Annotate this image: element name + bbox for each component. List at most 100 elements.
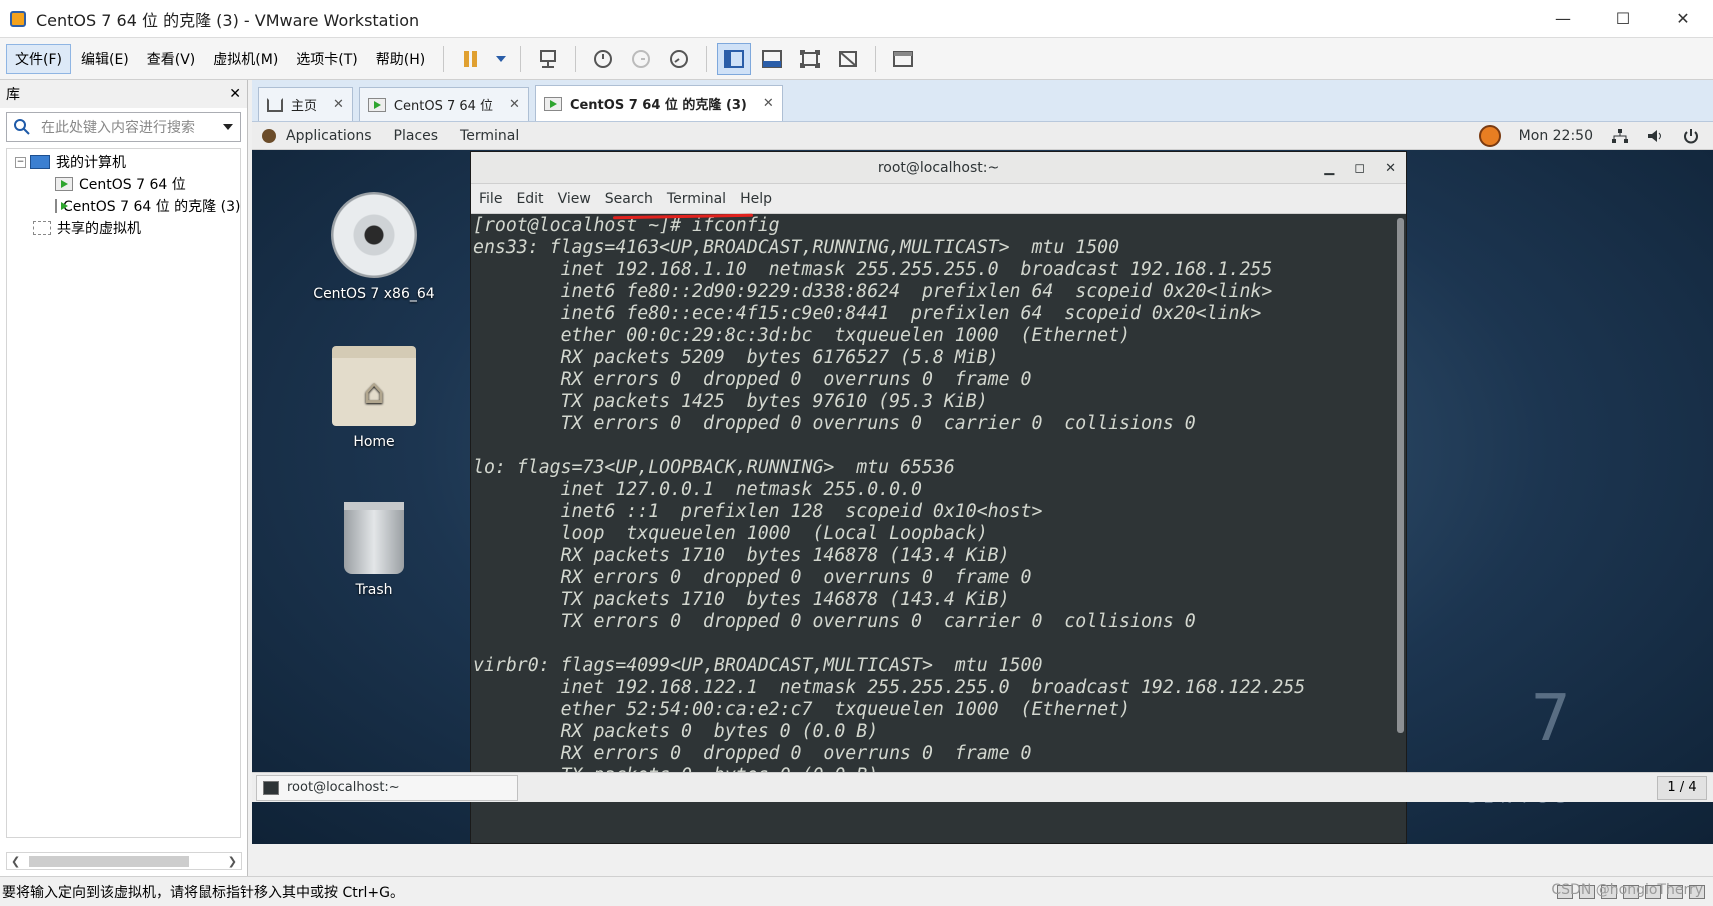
tab-home[interactable]: 主页 ✕ [258, 87, 353, 121]
terminal-menu-edit[interactable]: Edit [516, 191, 543, 207]
minimize-button[interactable]: — [1533, 0, 1593, 38]
toolbar-separator [575, 45, 577, 72]
library-title: 库 [6, 87, 20, 103]
applications-label: Applications [286, 127, 372, 144]
centos-watermark-digit: 7 [1530, 682, 1571, 756]
terminal-menu-search[interactable]: Search [605, 191, 653, 207]
tab-label: CentOS 7 64 位 的克隆 (3) [569, 98, 747, 113]
terminal-icon [263, 780, 279, 795]
places-menu[interactable]: Places [394, 128, 439, 144]
menu-tabs[interactable]: 选项卡(T) [288, 45, 365, 73]
pause-icon[interactable] [454, 43, 488, 75]
tree-item-shared-vms[interactable]: 共享的虚拟机 [7, 217, 240, 239]
thumbnail-bar-icon[interactable] [755, 43, 789, 75]
collapse-icon[interactable]: − [15, 156, 26, 168]
volume-icon[interactable] [1647, 128, 1665, 144]
tree-item-vm1[interactable]: CentOS 7 64 位 [7, 173, 240, 195]
desktop-icon-label: CentOS 7 x86_64 [313, 286, 435, 302]
terminal-menu-file[interactable]: File [479, 191, 502, 207]
library-hscrollbar[interactable]: ❮ ❯ [6, 852, 242, 870]
scroll-left-icon[interactable]: ❮ [11, 855, 20, 868]
network-icon[interactable] [1611, 128, 1629, 144]
console-view-icon[interactable] [886, 43, 920, 75]
chevron-down-icon[interactable] [222, 122, 234, 132]
terminal-output[interactable]: [root@localhost ~]# ifconfig ens33: flag… [471, 214, 1394, 843]
snapshot-manager-icon[interactable] [662, 43, 696, 75]
full-screen-icon[interactable] [793, 43, 827, 75]
terminal-maximize-icon[interactable]: ◻ [1354, 161, 1365, 176]
show-library-icon[interactable] [717, 42, 752, 75]
status-message: 要将输入定向到该虚拟机，请将鼠标指针移入其中或按 Ctrl+G。 [2, 884, 404, 901]
vm-icon [367, 97, 386, 112]
terminal-menubar: File Edit View Search Terminal Help [471, 184, 1406, 214]
menu-file[interactable]: 文件(F) [6, 43, 71, 74]
tab-close-icon[interactable]: ✕ [763, 96, 774, 111]
tree-item-vm2[interactable]: CentOS 7 64 位 的克隆 (3) [7, 195, 240, 217]
terminal-menu-help[interactable]: Help [740, 191, 772, 207]
home-icon [267, 97, 283, 112]
maximize-button[interactable]: ☐ [1593, 0, 1653, 38]
search-placeholder: 在此处键入内容进行搜索 [41, 120, 195, 136]
unity-mode-icon[interactable] [831, 43, 865, 75]
tab-close-icon[interactable]: ✕ [509, 97, 520, 112]
power-dropdown-icon[interactable] [492, 43, 510, 75]
terminal-minimize-icon[interactable]: ▁ [1324, 161, 1334, 176]
terminal-menu-view[interactable]: View [558, 191, 591, 207]
desktop-icon-label: Home [353, 434, 395, 450]
desktop-icon-trash[interactable]: Trash [304, 502, 444, 598]
terminal-menu[interactable]: Terminal [460, 128, 519, 144]
window-title: CentOS 7 64 位 的克隆 (3) - VMware Workstati… [36, 10, 420, 30]
home-folder-icon [332, 346, 416, 426]
terminal-scrollbar[interactable] [1397, 218, 1404, 733]
snapshot-revert-icon[interactable] [624, 43, 658, 75]
power-icon[interactable] [1683, 128, 1699, 144]
menu-view[interactable]: 查看(V) [139, 45, 204, 73]
scroll-thumb[interactable] [29, 856, 189, 867]
vm-icon [55, 177, 73, 191]
terminal-titlebar: root@localhost:~ ▁ ◻ ✕ [471, 152, 1406, 184]
library-search-input[interactable]: 在此处键入内容进行搜索 [6, 112, 241, 142]
library-close-button[interactable]: ✕ [229, 86, 241, 102]
gnome-top-bar: Applications Places Terminal Mon 22:50 [252, 122, 1713, 150]
vm-icon [543, 96, 562, 111]
terminal-close-icon[interactable]: ✕ [1385, 161, 1396, 176]
desktop-icon-dvd[interactable]: CentOS 7 x86_64 [304, 192, 444, 302]
menu-vm[interactable]: 虚拟机(M) [205, 45, 286, 73]
applications-menu[interactable]: Applications [262, 128, 372, 144]
tree-item-my-computer[interactable]: − 我的计算机 [7, 151, 240, 173]
terminal-title: root@localhost:~ [877, 159, 1000, 176]
scroll-right-icon[interactable]: ❯ [228, 855, 237, 868]
search-icon [14, 119, 30, 135]
desktop-icon-label: Trash [355, 582, 393, 598]
send-ctrl-alt-del-icon[interactable] [531, 43, 565, 75]
dvd-icon [331, 192, 417, 278]
menubar: 文件(F) 编辑(E) 查看(V) 虚拟机(M) 选项卡(T) 帮助(H) [0, 38, 1713, 80]
gnome-foot-icon [262, 128, 276, 143]
tab-centos7-clone3[interactable]: CentOS 7 64 位 的克隆 (3) ✕ [534, 85, 783, 121]
tree-label: CentOS 7 64 位 [79, 177, 186, 193]
terminal-menu-terminal[interactable]: Terminal [667, 191, 726, 207]
clock[interactable]: Mon 22:50 [1519, 128, 1593, 144]
close-button[interactable]: ✕ [1653, 0, 1713, 38]
tree-label: CentOS 7 64 位 的克隆 (3) [63, 199, 240, 215]
menu-help[interactable]: 帮助(H) [368, 45, 433, 73]
tab-label: 主页 [291, 99, 318, 114]
tree-label: 我的计算机 [56, 155, 126, 171]
shared-vms-icon [33, 221, 51, 235]
vmware-app-icon [10, 10, 26, 27]
workspace-indicator[interactable]: 1 / 4 [1657, 775, 1707, 800]
tab-centos7[interactable]: CentOS 7 64 位 ✕ [358, 87, 529, 121]
window-titlebar: CentOS 7 64 位 的克隆 (3) - VMware Workstati… [0, 0, 1713, 38]
tab-close-icon[interactable]: ✕ [333, 97, 344, 112]
snapshot-take-icon[interactable] [586, 43, 620, 75]
window-list-item-terminal[interactable]: root@localhost:~ [256, 774, 518, 801]
update-notifier-icon[interactable] [1478, 124, 1501, 147]
vm-console[interactable]: Applications Places Terminal Mon 22:50 C… [252, 122, 1713, 844]
terminal-window[interactable]: root@localhost:~ ▁ ◻ ✕ File Edit View Se… [470, 151, 1407, 844]
menu-edit[interactable]: 编辑(E) [73, 45, 137, 73]
computer-icon [30, 155, 50, 169]
gnome-window-list: root@localhost:~ 1 / 4 [252, 772, 1713, 802]
csdn-watermark: CSDN @hongioTherry [1551, 882, 1703, 898]
vm-tabbar: 主页 ✕ CentOS 7 64 位 ✕ CentOS 7 64 位 的克隆 (… [252, 80, 1713, 122]
desktop-icon-home[interactable]: Home [304, 346, 444, 450]
